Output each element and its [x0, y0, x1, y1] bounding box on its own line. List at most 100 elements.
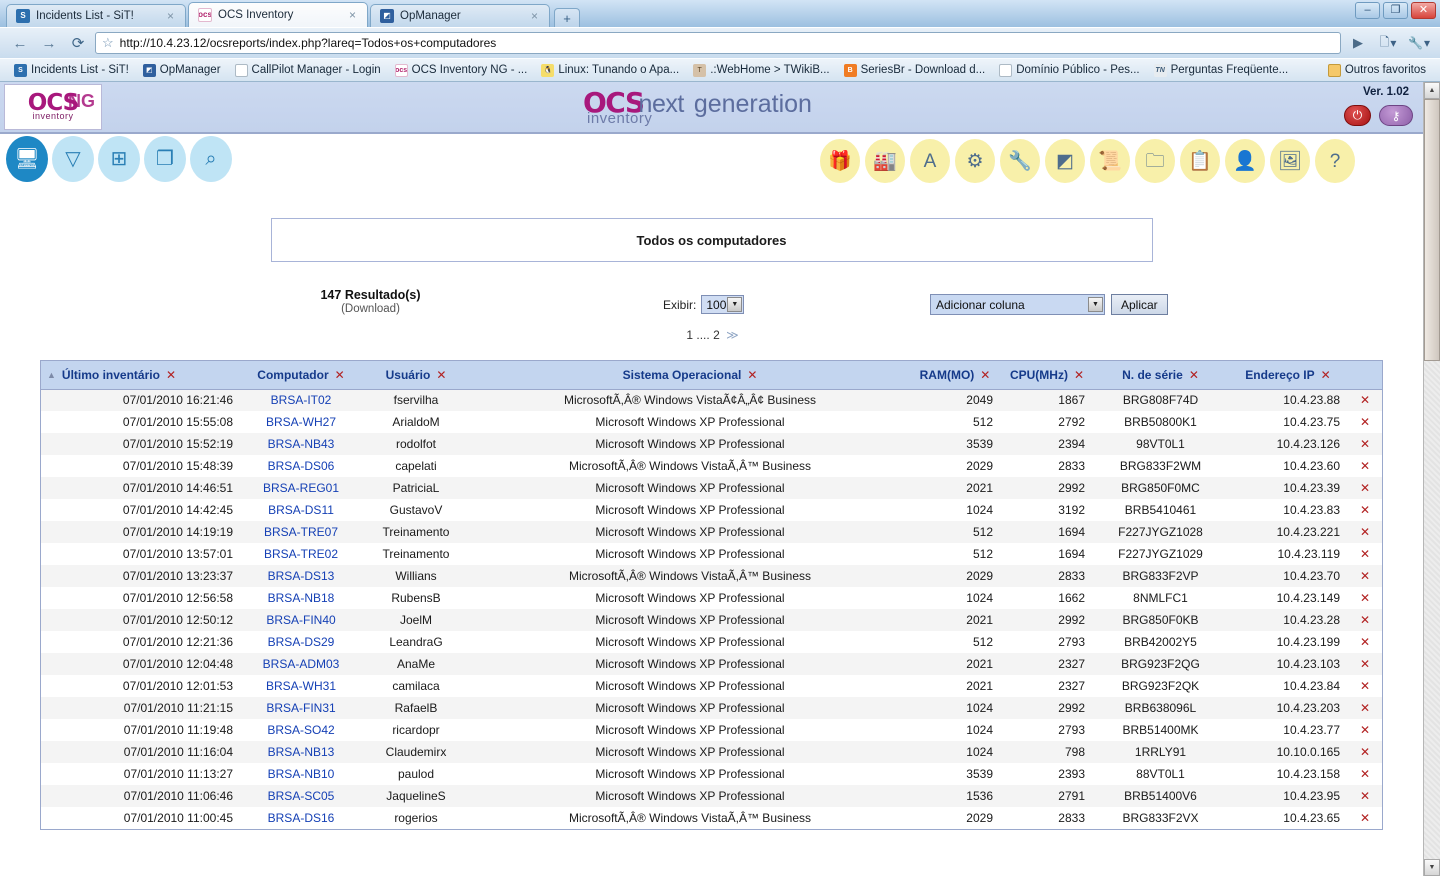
- delete-row-icon[interactable]: ✕: [1360, 481, 1370, 495]
- minimize-button[interactable]: –: [1355, 2, 1380, 19]
- cell-delete[interactable]: ✕: [1348, 697, 1382, 719]
- column-header-ram[interactable]: RAM(MO) ✕: [909, 361, 1001, 390]
- bookmark-callpilot[interactable]: CallPilot Manager - Login: [229, 62, 387, 79]
- az-icon[interactable]: A: [910, 139, 950, 183]
- picture-icon[interactable]: 🖼: [1270, 139, 1310, 183]
- cell-computer[interactable]: BRSA-TRE02: [241, 543, 361, 565]
- reload-icon[interactable]: ⟳: [66, 31, 90, 55]
- groups-icon[interactable]: ❐: [144, 136, 186, 182]
- delete-row-icon[interactable]: ✕: [1360, 613, 1370, 627]
- delete-row-icon[interactable]: ✕: [1360, 701, 1370, 715]
- tab-opmanager[interactable]: ◩ OpManager ×: [370, 4, 550, 27]
- cell-computer[interactable]: BRSA-SC05: [241, 785, 361, 807]
- bookmark-dominio-publico[interactable]: Domínio Público - Pes...: [993, 62, 1145, 79]
- computer-link[interactable]: BRSA-WH27: [266, 415, 336, 429]
- remove-column-icon[interactable]: ✕: [436, 368, 446, 382]
- cell-delete[interactable]: ✕: [1348, 763, 1382, 785]
- scrollbar-thumb[interactable]: [1424, 99, 1440, 361]
- scroll-down-button[interactable]: ▼: [1424, 859, 1440, 876]
- computer-link[interactable]: BRSA-NB18: [268, 591, 335, 605]
- cell-delete[interactable]: ✕: [1348, 499, 1382, 521]
- computer-link[interactable]: BRSA-NB10: [268, 767, 335, 781]
- close-icon[interactable]: ×: [167, 9, 177, 23]
- column-header-serial-number[interactable]: N. de série ✕: [1093, 361, 1228, 390]
- computer-link[interactable]: BRSA-FIN31: [266, 701, 335, 715]
- cell-delete[interactable]: ✕: [1348, 675, 1382, 697]
- cell-delete[interactable]: ✕: [1348, 807, 1382, 829]
- cell-delete[interactable]: ✕: [1348, 543, 1382, 565]
- close-icon[interactable]: ×: [531, 9, 541, 23]
- blocks-icon[interactable]: ◩: [1045, 139, 1085, 183]
- computer-link[interactable]: BRSA-DS16: [268, 811, 335, 825]
- bookmark-incidents-list[interactable]: S Incidents List - SiT!: [8, 62, 135, 79]
- cell-delete[interactable]: ✕: [1348, 389, 1382, 411]
- computer-link[interactable]: BRSA-DS06: [268, 459, 335, 473]
- bookmark-ocs-inventory[interactable]: ocs OCS Inventory NG - ...: [389, 62, 534, 79]
- delete-row-icon[interactable]: ✕: [1360, 569, 1370, 583]
- tab-ocs-inventory[interactable]: ocs OCS Inventory ×: [188, 2, 368, 27]
- back-icon[interactable]: ←: [8, 31, 32, 55]
- remove-column-icon[interactable]: ✕: [747, 368, 757, 382]
- delete-row-icon[interactable]: ✕: [1360, 591, 1370, 605]
- delete-row-icon[interactable]: ✕: [1360, 811, 1370, 825]
- maximize-button[interactable]: ❐: [1383, 2, 1408, 19]
- cell-computer[interactable]: BRSA-NB10: [241, 763, 361, 785]
- column-header-ip-address[interactable]: Endereço IP ✕: [1228, 361, 1348, 390]
- column-header-last-inventory[interactable]: ▲ Último inventário ✕: [41, 361, 241, 390]
- wrench-icon[interactable]: 🔧: [1000, 139, 1040, 183]
- cell-computer[interactable]: BRSA-DS13: [241, 565, 361, 587]
- delete-row-icon[interactable]: ✕: [1360, 789, 1370, 803]
- delete-row-icon[interactable]: ✕: [1360, 393, 1370, 407]
- user-icon[interactable]: 👤: [1225, 139, 1265, 183]
- delete-row-icon[interactable]: ✕: [1360, 767, 1370, 781]
- column-header-operating-system[interactable]: Sistema Operacional ✕: [471, 361, 909, 390]
- cell-computer[interactable]: BRSA-NB43: [241, 433, 361, 455]
- bookmark-opmanager[interactable]: ◩ OpManager: [137, 62, 227, 79]
- computer-link[interactable]: BRSA-DS11: [268, 503, 334, 517]
- cell-computer[interactable]: BRSA-FIN40: [241, 609, 361, 631]
- cell-delete[interactable]: ✕: [1348, 741, 1382, 763]
- column-header-computer[interactable]: Computador ✕: [241, 361, 361, 390]
- cell-computer[interactable]: BRSA-ADM03: [241, 653, 361, 675]
- column-header-user[interactable]: Usuário ✕: [361, 361, 471, 390]
- bookmark-twiki[interactable]: T .:WebHome > TWikiB...: [687, 62, 835, 79]
- computer-link[interactable]: BRSA-SC05: [268, 789, 335, 803]
- cell-delete[interactable]: ✕: [1348, 653, 1382, 675]
- vertical-scrollbar[interactable]: ▲ ▼: [1423, 82, 1440, 876]
- cell-computer[interactable]: BRSA-DS16: [241, 807, 361, 829]
- rows-per-page-select[interactable]: 100 ▼: [701, 295, 745, 314]
- logout-button[interactable]: ⏻: [1344, 105, 1371, 126]
- archive-icon[interactable]: 🗀: [1135, 139, 1175, 183]
- computer-link[interactable]: BRSA-FIN40: [266, 613, 335, 627]
- computer-link[interactable]: BRSA-NB43: [268, 437, 335, 451]
- cell-computer[interactable]: BRSA-DS06: [241, 455, 361, 477]
- cell-computer[interactable]: BRSA-DS11: [241, 499, 361, 521]
- computer-link[interactable]: BRSA-DS13: [268, 569, 335, 583]
- remove-column-icon[interactable]: ✕: [166, 368, 176, 382]
- bookmark-linux[interactable]: 🐧 Linux: Tunando o Apa...: [535, 62, 685, 79]
- search-icon[interactable]: ⌕: [190, 136, 232, 182]
- cell-computer[interactable]: BRSA-REG01: [241, 477, 361, 499]
- cell-computer[interactable]: BRSA-IT02: [241, 389, 361, 411]
- bookmark-perguntas[interactable]: TN Perguntas Freqüente...: [1148, 62, 1295, 79]
- cell-computer[interactable]: BRSA-WH31: [241, 675, 361, 697]
- cell-computer[interactable]: BRSA-NB18: [241, 587, 361, 609]
- delete-row-icon[interactable]: ✕: [1360, 547, 1370, 561]
- scroll-icon[interactable]: 📜: [1090, 139, 1130, 183]
- cell-computer[interactable]: BRSA-TRE07: [241, 521, 361, 543]
- scroll-up-button[interactable]: ▲: [1424, 82, 1440, 99]
- computer-link[interactable]: BRSA-IT02: [271, 393, 332, 407]
- remove-column-icon[interactable]: ✕: [980, 368, 990, 382]
- delete-row-icon[interactable]: ✕: [1360, 525, 1370, 539]
- delete-row-icon[interactable]: ✕: [1360, 635, 1370, 649]
- help-icon[interactable]: ?: [1315, 139, 1355, 183]
- delete-row-icon[interactable]: ✕: [1360, 437, 1370, 451]
- next-page-icon[interactable]: ≫: [726, 328, 738, 342]
- key-button[interactable]: ⚷: [1379, 105, 1413, 126]
- add-column-select[interactable]: Adicionar coluna ▼: [930, 294, 1105, 315]
- delete-row-icon[interactable]: ✕: [1360, 745, 1370, 759]
- wrench-menu-icon[interactable]: 🔧 ▾: [1406, 32, 1432, 54]
- page-1-link[interactable]: 1: [686, 328, 693, 342]
- cell-computer[interactable]: BRSA-SO42: [241, 719, 361, 741]
- cell-delete[interactable]: ✕: [1348, 565, 1382, 587]
